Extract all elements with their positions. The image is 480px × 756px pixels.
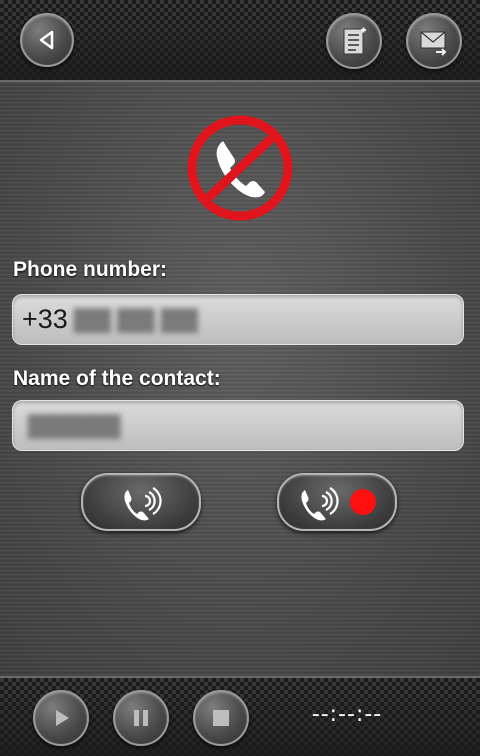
play-button[interactable]	[33, 690, 89, 746]
back-triangle-icon	[39, 30, 54, 50]
phone-number-field[interactable]: +33 ▇▇ ▇▇ ▇▇	[12, 294, 464, 345]
send-message-button[interactable]	[406, 13, 462, 69]
playback-time: --:--:--	[311, 702, 383, 727]
contact-name-label: Name of the contact:	[13, 367, 221, 390]
pause-icon	[134, 710, 148, 726]
call-button[interactable]	[81, 473, 201, 531]
blocked-phone-icon	[187, 115, 293, 221]
stop-button[interactable]	[193, 690, 249, 746]
play-icon	[56, 710, 69, 726]
envelope-send-icon	[420, 31, 447, 56]
contacts-list-icon	[343, 27, 366, 55]
back-button[interactable]	[20, 13, 74, 67]
contact-name-redacted: ▇▇▇▇▇	[28, 412, 121, 439]
main-panel: Phone number: +33 ▇▇ ▇▇ ▇▇ Name of the c…	[0, 82, 480, 676]
record-dot-icon	[350, 489, 376, 515]
phone-number-redacted: ▇▇ ▇▇ ▇▇	[73, 306, 198, 333]
contact-name-field[interactable]: ▇▇▇▇▇	[12, 400, 464, 451]
stop-icon	[213, 710, 229, 726]
phone-call-icon	[124, 487, 162, 521]
call-and-record-button[interactable]	[277, 473, 397, 531]
player-bar	[0, 676, 480, 756]
pause-button[interactable]	[113, 690, 169, 746]
contacts-button[interactable]	[326, 13, 382, 69]
phone-number-value: +33	[22, 304, 68, 334]
phone-call-record-icon	[301, 487, 376, 521]
top-toolbar	[0, 0, 480, 82]
phone-number-label: Phone number:	[13, 258, 168, 281]
